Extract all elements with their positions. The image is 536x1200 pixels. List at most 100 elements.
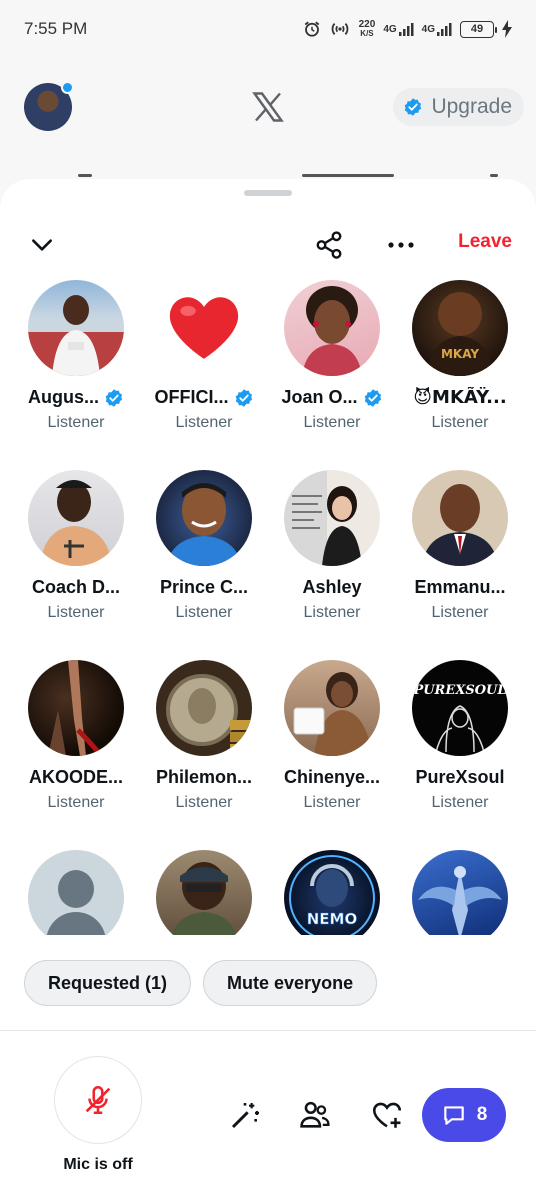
participant[interactable]: PUREXSOUL PureXsoul Listener [396,659,524,849]
participant-role: Listener [303,414,361,431]
status-bar: 7:55 PM 220 K/S 4G 4G 49 [0,0,536,58]
avatar [156,850,252,935]
more-icon [388,242,414,248]
avatar [284,470,380,566]
avatar [28,470,124,566]
effects-button[interactable] [226,1096,264,1134]
upgrade-label: Upgrade [431,95,512,118]
battery-icon: 49 [460,20,497,38]
participant[interactable]: Chinenye... Listener [268,659,396,849]
participant-name: Augus... [28,387,124,408]
share-icon [316,231,342,259]
participant-role: Listener [431,794,489,811]
verified-badge-icon [405,98,422,116]
participant-name: Philemon... [155,767,252,787]
heart-plus-icon [372,1102,402,1128]
participant-role: Listener [175,604,233,621]
network-type-2: 4G [421,23,435,35]
avatar-text: PUREXSOUL [412,683,506,698]
participant[interactable]: NEMO [268,849,396,935]
participant-role: Listener [175,414,233,431]
participant-role: Listener [303,794,361,811]
avatar [284,660,380,756]
charging-icon [502,20,512,38]
alarm-icon [303,20,321,38]
participant[interactable] [12,849,140,935]
status-time: 7:55 PM [24,19,88,38]
participant-name: Emmanu... [414,577,506,597]
mute-everyone-button[interactable]: Mute everyone [203,960,378,1006]
mic-toggle-button[interactable] [54,1056,142,1144]
participant-name: Prince C... [159,577,249,597]
participant-name: Ashley [302,577,362,597]
participant[interactable]: Prince C... Listener [140,469,268,659]
reactions-button[interactable] [368,1096,406,1134]
leave-button[interactable]: Leave [458,231,512,253]
signal-icon: 4G [422,21,452,37]
participants-grid: Augus... Listener OFFICI... Listener Joa… [12,279,524,935]
status-icons: 220 K/S 4G 4G 49 [303,20,512,38]
participant-name: Coach D... [31,577,120,597]
participant[interactable]: OFFICI... Listener [140,279,268,469]
sheet-grabber[interactable] [244,190,292,196]
collapse-button[interactable] [26,229,58,261]
app-header: Upgrade [0,78,536,177]
participant[interactable]: Emmanu... Listener [396,469,524,659]
participant-role: Listener [431,414,489,431]
signal-icon: 4G [383,21,414,37]
chat-count: 8 [476,1104,488,1125]
participant[interactable] [396,849,524,935]
upgrade-button[interactable]: Upgrade [393,88,524,126]
requested-button[interactable]: Requested (1) [24,960,192,1006]
avatar [412,470,508,566]
participant[interactable]: Philemon... Listener [140,659,268,849]
avatar-text: NEMO [307,910,357,928]
magic-wand-icon [231,1103,259,1129]
avatar [412,850,508,935]
more-button[interactable] [382,227,420,263]
divider [0,1030,536,1031]
verified-badge-icon [364,388,381,407]
avatar-text: MKAY [441,347,479,361]
default-avatar-icon [28,850,124,935]
chat-button[interactable]: 8 [422,1088,506,1142]
mic-status-label: Mic is off [63,1156,133,1173]
avatar: PUREXSOUL [412,660,508,756]
participant[interactable]: Coach D... Listener [12,469,140,659]
chevron-down-icon [32,239,52,251]
mic-off-icon [85,1085,111,1115]
share-button[interactable] [311,227,347,263]
participant-name: PureXsoul [415,767,505,787]
avatar: NEMO [284,850,380,935]
participant[interactable] [140,849,268,935]
participant[interactable]: Augus... Listener [12,279,140,469]
participant[interactable]: MKAY 😈MKÃŸ... Listener [396,279,524,469]
avatar [28,660,124,756]
space-sheet: Leave Augus... Listener OFFICI... Listen… [0,179,536,1200]
participant-role: Listener [175,794,233,811]
net-speed-unit: K/S [360,29,374,38]
chat-icon [443,1106,464,1125]
heart-icon [169,297,239,359]
participant[interactable]: Joan O... Listener [268,279,396,469]
participant-role: Listener [47,414,105,431]
participant-role: Listener [431,604,489,621]
participant-role: Listener [303,604,361,621]
participant-name: 😈MKÃŸ... [413,387,507,408]
participants-button[interactable] [296,1096,334,1134]
participant-name: Chinenye... [283,767,381,787]
hotspot-icon [329,20,351,38]
avatar[interactable] [24,81,74,131]
battery-level: 49 [470,23,484,35]
avatar [156,660,252,756]
verified-badge-icon [235,388,252,407]
participant-role: Listener [47,794,105,811]
participant-name: Joan O... [281,387,382,408]
participant-role: Listener [47,604,105,621]
net-speed-value: 220 [358,19,376,30]
host-actions: Requested (1) Mute everyone [24,960,378,1006]
network-type-1: 4G [383,23,397,35]
participant-name: OFFICI... [155,387,254,408]
participant[interactable]: Ashley Listener [268,469,396,659]
participant[interactable]: AKOODE... Listener [12,659,140,849]
